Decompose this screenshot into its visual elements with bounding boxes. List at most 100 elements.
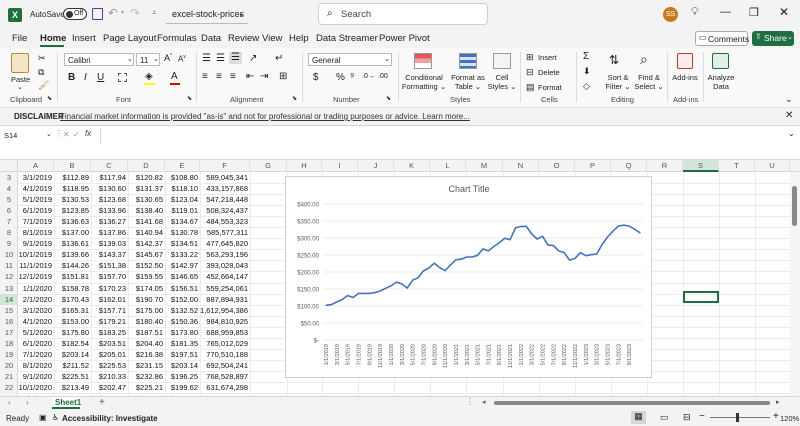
dialog-launcher-icon[interactable]: ⬊: [187, 95, 192, 102]
column-header-b[interactable]: B: [54, 160, 91, 172]
cell-d-17[interactable]: $187.51: [128, 327, 163, 338]
cell-styles-label[interactable]: Cell Styles ⌄: [486, 73, 518, 91]
formula-bar-options-icon[interactable]: ⋮: [55, 129, 63, 138]
column-header-h[interactable]: H: [287, 160, 322, 172]
cell-styles-icon[interactable]: [493, 53, 511, 69]
cell-a-21[interactable]: 9/1/2020: [18, 371, 52, 382]
analyze-data-icon[interactable]: [712, 53, 729, 69]
dialog-launcher-icon[interactable]: ⬊: [386, 95, 391, 102]
minimize-icon[interactable]: —: [720, 6, 731, 18]
accessibility-status[interactable]: Accessibility: Investigate: [62, 414, 158, 423]
tab-insert[interactable]: Insert: [72, 33, 96, 44]
avatar[interactable]: SS: [663, 7, 678, 22]
zoom-out-icon[interactable]: −: [699, 411, 705, 422]
cell-e-12[interactable]: $146.65: [165, 271, 198, 282]
align-left-icon[interactable]: ≡: [202, 71, 208, 82]
undo-icon[interactable]: ↶: [108, 6, 118, 20]
cell-c-19[interactable]: $205.01: [91, 349, 126, 360]
close-icon[interactable]: ✕: [785, 110, 793, 121]
cell-e-15[interactable]: $132.52: [165, 305, 198, 316]
tab-page-layout[interactable]: Page Layout: [103, 33, 156, 44]
cell-c-12[interactable]: $157.70: [91, 271, 126, 282]
cell-c-21[interactable]: $210.33: [91, 371, 126, 382]
scroll-thumb[interactable]: [792, 186, 797, 226]
fill-icon[interactable]: ⬇: [583, 66, 591, 77]
format-painter-icon[interactable]: 🖌︎: [38, 80, 49, 91]
cell-e-16[interactable]: $150.36: [165, 316, 198, 327]
cell-b-13[interactable]: $158.78: [54, 283, 89, 294]
scroll-left-icon[interactable]: ◂: [482, 398, 486, 406]
delete-label[interactable]: Delete: [538, 68, 560, 77]
column-header-l[interactable]: L: [430, 160, 466, 172]
prev-sheet-icon[interactable]: ‹: [8, 398, 11, 407]
cell-e-22[interactable]: $199.62: [165, 382, 198, 393]
cell-a-12[interactable]: 12/1/2019: [18, 271, 52, 282]
font-name-select[interactable]: Calibri ⌄: [64, 53, 134, 66]
row-header-18[interactable]: 18: [0, 338, 18, 349]
cell-d-14[interactable]: $190.70: [128, 294, 163, 305]
enter-icon[interactable]: ✓: [73, 130, 80, 139]
column-header-s[interactable]: S: [683, 160, 719, 172]
filename-dropdown[interactable]: excel-stock-prices ⌄: [166, 5, 248, 24]
scroll-thumb[interactable]: [494, 401, 770, 405]
cell-e-7[interactable]: $134.67: [165, 216, 198, 227]
tab-review[interactable]: Review: [228, 33, 259, 44]
cut-icon[interactable]: ✂: [38, 53, 46, 64]
row-header-12[interactable]: 12: [0, 271, 18, 282]
row-header-19[interactable]: 19: [0, 349, 18, 360]
cell-b-5[interactable]: $130.53: [54, 194, 89, 205]
align-center-icon[interactable]: ≡: [216, 71, 222, 82]
cell-d-18[interactable]: $204.40: [128, 338, 163, 349]
cell-b-14[interactable]: $170.43: [54, 294, 89, 305]
cell-c-4[interactable]: $130.60: [91, 183, 126, 194]
cell-b-17[interactable]: $175.80: [54, 327, 89, 338]
insert-cells-icon[interactable]: ⊞: [526, 52, 534, 63]
cell-f-11[interactable]: 393,028,043: [200, 260, 248, 271]
qat-customize-icon[interactable]: ⩡: [152, 8, 157, 18]
cell-a-17[interactable]: 5/1/2020: [18, 327, 52, 338]
row-header-4[interactable]: 4: [0, 183, 18, 194]
font-color-icon[interactable]: A: [171, 71, 178, 82]
cell-e-21[interactable]: $196.25: [165, 371, 198, 382]
cell-d-21[interactable]: $232.86: [128, 371, 163, 382]
autosum-icon[interactable]: Σ: [583, 51, 589, 62]
column-header-f[interactable]: F: [200, 160, 250, 172]
format-as-table-label[interactable]: Format as Table ⌄: [448, 73, 488, 91]
borders-icon[interactable]: [118, 73, 127, 82]
row-header-5[interactable]: 5: [0, 194, 18, 205]
orientation-icon[interactable]: ↗: [249, 53, 257, 64]
conditional-formatting-icon[interactable]: [414, 53, 432, 69]
dialog-launcher-icon[interactable]: ⬊: [47, 95, 52, 102]
align-top-icon[interactable]: ☰: [202, 53, 211, 64]
decrease-indent-icon[interactable]: ⇤: [246, 71, 254, 82]
cell-d-7[interactable]: $141.68: [128, 216, 163, 227]
tab-file[interactable]: File: [12, 33, 27, 44]
dialog-launcher-icon[interactable]: ⬊: [292, 95, 297, 102]
cell-e-8[interactable]: $130.78: [165, 227, 198, 238]
zoom-level[interactable]: 120%: [780, 414, 799, 423]
cell-c-13[interactable]: $170.23: [91, 283, 126, 294]
cell-c-6[interactable]: $133.96: [91, 205, 126, 216]
cell-b-20[interactable]: $211.52: [54, 360, 89, 371]
chevron-down-icon[interactable]: ⌄: [17, 83, 23, 91]
cell-c-10[interactable]: $143.37: [91, 249, 126, 260]
row-header-20[interactable]: 20: [0, 360, 18, 371]
cell-b-4[interactable]: $118.95: [54, 183, 89, 194]
search-box[interactable]: ⌕ Search: [318, 3, 488, 25]
selected-cell[interactable]: [683, 291, 719, 303]
increase-indent-icon[interactable]: ⇥: [260, 71, 268, 82]
tab-power-pivot[interactable]: Power Pivot: [379, 33, 430, 44]
cell-b-12[interactable]: $151.81: [54, 271, 89, 282]
number-format-select[interactable]: General ⌄: [308, 53, 392, 66]
underline-icon[interactable]: U: [97, 72, 104, 83]
comma-style-icon[interactable]: ⁹: [350, 72, 354, 83]
row-header-13[interactable]: 13: [0, 283, 18, 294]
cell-c-5[interactable]: $123.68: [91, 194, 126, 205]
sort-filter-label[interactable]: Sort & Filter ⌄: [601, 73, 635, 91]
worksheet-grid[interactable]: ABCDEFGHIJKLMNOPQRSTU 3 4 5 6 7 8 9 10 11 12 13 14 1…: [0, 160, 800, 406]
cell-a-19[interactable]: 7/1/2020: [18, 349, 52, 360]
autosave-toggle[interactable]: Off: [63, 8, 87, 20]
cell-b-15[interactable]: $165.31: [54, 305, 89, 316]
cell-e-6[interactable]: $119.01: [165, 205, 198, 216]
find-select-icon[interactable]: ⌕: [640, 51, 648, 68]
